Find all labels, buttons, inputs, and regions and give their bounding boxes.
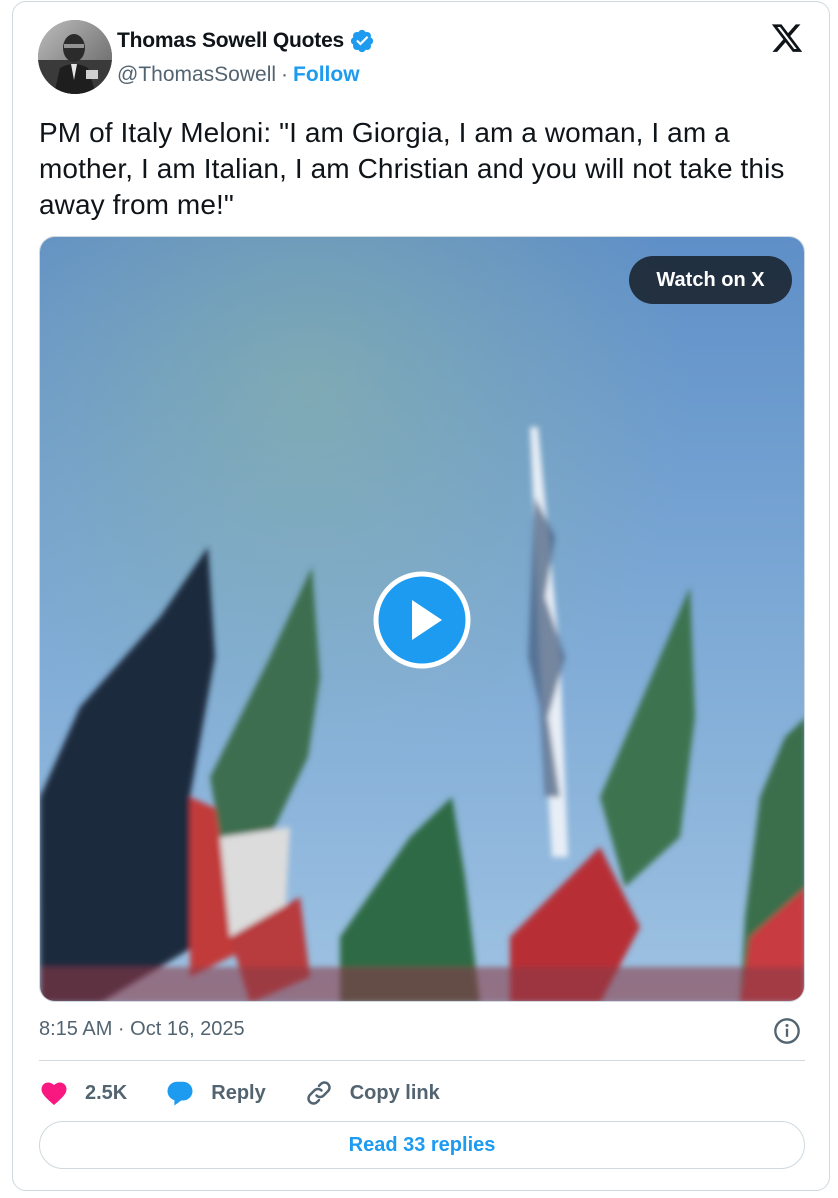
- like-button[interactable]: 2.5K: [39, 1078, 127, 1108]
- like-count: 2.5K: [85, 1081, 128, 1104]
- watch-on-x-button[interactable]: Watch on X: [629, 256, 792, 304]
- author-handle[interactable]: @ThomasSowell: [117, 63, 276, 87]
- tweet-card: Thomas Sowell Quotes @ThomasSowell · Fol…: [12, 1, 830, 1191]
- heart-icon: [41, 1082, 67, 1105]
- speech-bubble-icon: [167, 1081, 193, 1106]
- follow-button[interactable]: Follow: [293, 63, 360, 87]
- copy-link-button[interactable]: Copy link: [304, 1078, 440, 1108]
- video-player[interactable]: Watch on X: [39, 236, 805, 1002]
- play-icon[interactable]: [372, 570, 472, 670]
- avatar[interactable]: [38, 20, 112, 94]
- tweet-text: PM of Italy Meloni: "I am Giorgia, I am …: [39, 117, 785, 220]
- divider: [39, 1060, 805, 1061]
- tweet-timestamp[interactable]: 8:15 AM · Oct 16, 2025: [39, 1018, 245, 1041]
- action-bar: 2.5K Reply Copy link: [39, 1074, 478, 1112]
- info-icon[interactable]: [773, 1017, 801, 1045]
- link-icon: [307, 1081, 331, 1105]
- handle-separator: ·: [281, 63, 289, 86]
- reply-label: Reply: [211, 1081, 266, 1104]
- read-replies-button[interactable]: Read 33 replies: [39, 1121, 805, 1169]
- verified-badge-icon: [350, 29, 374, 53]
- author-name[interactable]: Thomas Sowell Quotes: [117, 29, 344, 53]
- x-logo-icon[interactable]: [770, 24, 804, 55]
- reply-button[interactable]: Reply: [165, 1078, 266, 1108]
- avatar-photo: [38, 20, 112, 94]
- copy-link-label: Copy link: [349, 1081, 440, 1104]
